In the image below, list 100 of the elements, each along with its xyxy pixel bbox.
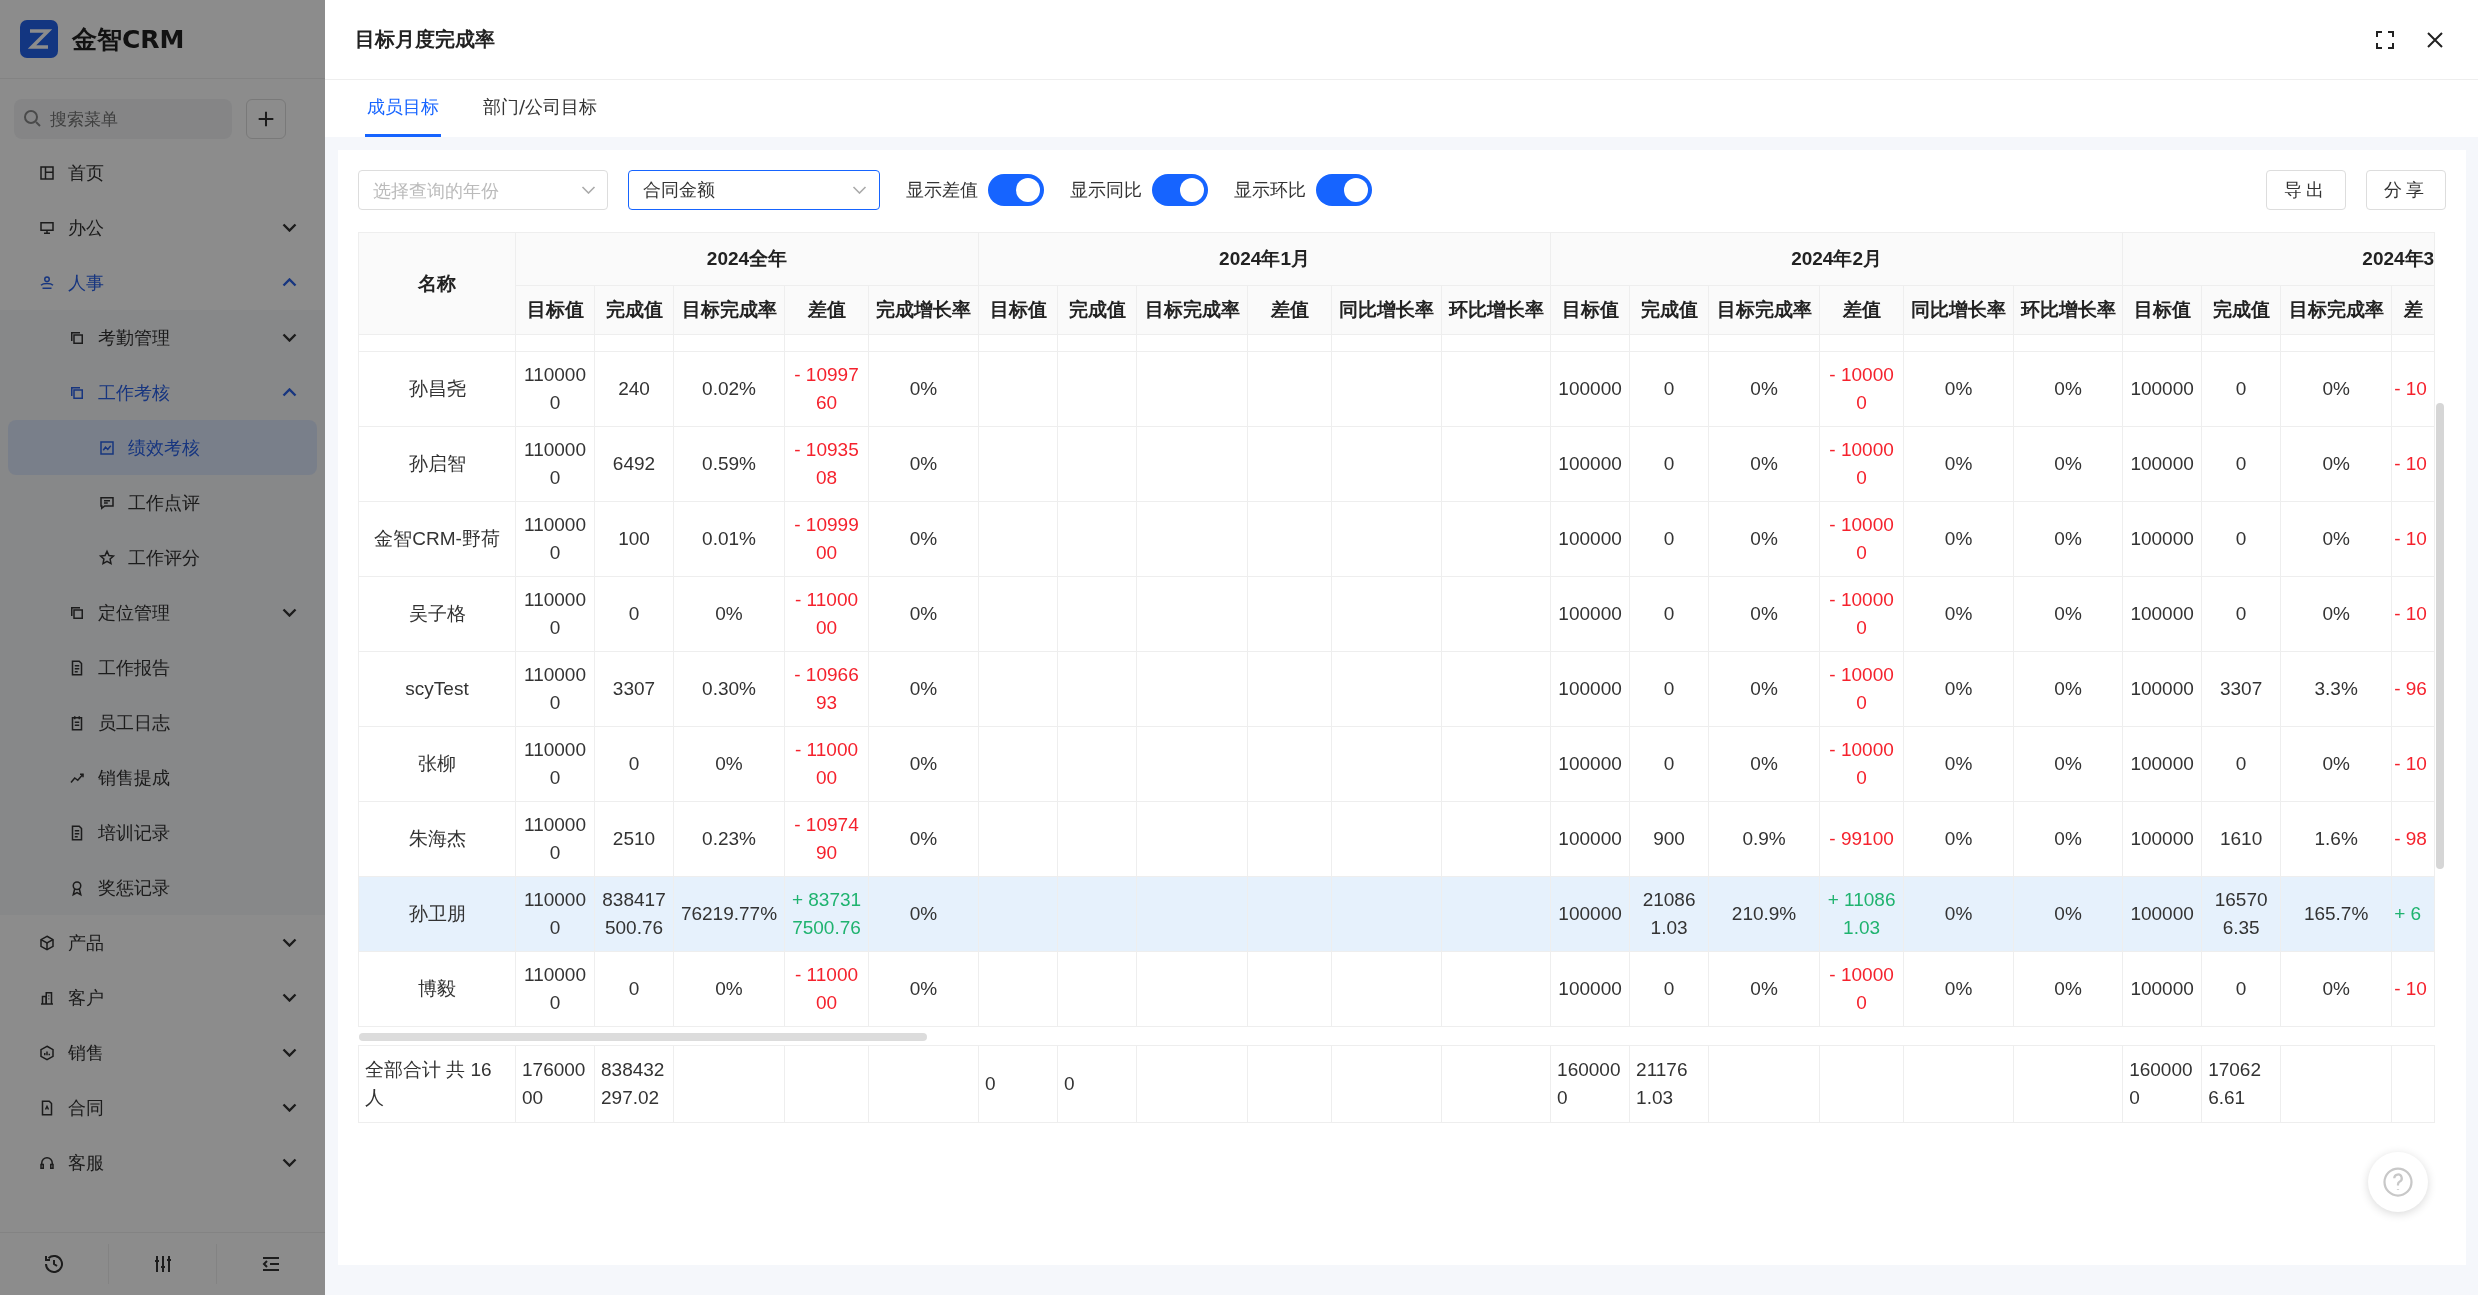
difference-cell: - 10	[2391, 351, 2435, 427]
column-group-header: 2024年1月	[978, 232, 1551, 286]
table-cell: 0%	[673, 951, 785, 1027]
table-cell: 0%	[2013, 351, 2123, 427]
table-row[interactable]: 孙启智 1100000 6492 0.59% - 1093508 0% 100000 0 0% - 100000 0% 0% 100000 0 0% - 10	[358, 426, 2435, 502]
table-row[interactable]: 张柳 1100000 0 0% - 1100000 0% 100000 0 0% - 100000 0% 0% 100000 0 0% - 10	[358, 726, 2435, 802]
total-cell: 1600000	[1550, 1045, 1630, 1123]
table-cell: 0	[2201, 726, 2281, 802]
table-cell: 0%	[868, 576, 979, 652]
table-cell: 0%	[1903, 426, 2014, 502]
table-cell: 100000	[2122, 726, 2202, 802]
table-cell: 0	[2201, 426, 2281, 502]
table-cell: 0%	[1708, 351, 1820, 427]
difference-cell: - 1093508	[784, 426, 869, 502]
column-header: 环比增长率	[2013, 285, 2123, 335]
difference-cell: - 10	[2391, 951, 2435, 1027]
table-cell: 0%	[1903, 801, 2014, 877]
table-cell: 1100000	[515, 801, 595, 877]
column-header: 差	[2391, 285, 2435, 335]
column-header: 差值	[1247, 285, 1332, 335]
menu-item[interactable]: 绩效考核	[8, 420, 317, 475]
table-cell: 0	[2201, 951, 2281, 1027]
table-cell: 3307	[594, 651, 674, 727]
toggle-switch[interactable]	[1152, 174, 1208, 206]
action-button[interactable]: 分享	[2366, 170, 2446, 210]
action-button[interactable]: 导出	[2266, 170, 2346, 210]
table-cell: 0	[1629, 576, 1709, 652]
horizontal-scrollbar[interactable]	[358, 1033, 927, 1041]
table-cell: 0%	[868, 726, 979, 802]
layout-icon	[38, 163, 56, 182]
column-header: 完成值	[1629, 285, 1709, 335]
table-cell: 1100000	[515, 651, 595, 727]
difference-cell: - 1100000	[784, 576, 869, 652]
table-row[interactable]: 吴子格 1100000 0 0% - 1100000 0% 100000 0 0% - 100000 0% 0% 100000 0 0% - 10	[358, 576, 2435, 652]
difference-cell: + 837317500.76	[784, 876, 869, 952]
table-cell: 0	[1629, 426, 1709, 502]
menu-item[interactable]: 客服	[8, 1135, 317, 1190]
menu-item[interactable]: 产品	[8, 915, 317, 970]
table-row[interactable]: scyTest 1100000 3307 0.30% - 1096693 0% 100000 0 0% - 100000 0% 0% 100000 3307 3.3% - 96	[358, 651, 2435, 727]
table-cell: 3307	[2201, 651, 2281, 727]
table-cell: 0%	[868, 501, 979, 577]
table-cell: 0%	[673, 726, 785, 802]
column-header: 目标完成率	[2280, 285, 2392, 335]
table-cell: 1610	[2201, 801, 2281, 877]
menu-item[interactable]: 人事	[8, 255, 317, 310]
table-row[interactable]: 孙昌尧 1100000 240 0.02% - 1099760 0% 100000 0 0% - 100000 0% 0% 100000 0 0% - 10	[358, 351, 2435, 427]
column-group-header: 2024年3	[2122, 232, 2435, 286]
table-cell: 1100000	[515, 351, 595, 427]
toggle-label: 显示差值	[906, 178, 978, 202]
name-cell: 孙卫朋	[358, 876, 516, 952]
menu-item[interactable]: 客户	[8, 970, 317, 1025]
table-cell: 100000	[1550, 576, 1630, 652]
table-cell: 100000	[2122, 801, 2202, 877]
menu-item[interactable]: 销售	[8, 1025, 317, 1080]
table-row[interactable]: 朱海杰 1100000 2510 0.23% - 1097490 0% 100000 900 0.9% - 99100 0% 0% 100000 1610 1.6% - 98	[358, 801, 2435, 877]
search-field[interactable]: 搜索菜单	[14, 99, 232, 139]
toggle-switch[interactable]	[988, 174, 1044, 206]
difference-cell: - 96	[2391, 651, 2435, 727]
total-cell: 0	[978, 1045, 1058, 1123]
tab[interactable]: 部门/公司目标	[481, 80, 600, 137]
menu-item[interactable]: 合同	[8, 1080, 317, 1135]
table-row[interactable]: 金智CRM-野荷 1100000 100 0.01% - 1099900 0% 100000 0 0% - 100000 0% 0% 100000 0 0% - 10	[358, 501, 2435, 577]
total-cell: 211761.03	[1629, 1045, 1709, 1123]
table-row[interactable]: 博毅 1100000 0 0% - 1100000 0% 100000 0 0% - 100000 0% 0% 100000 0 0% - 10	[358, 951, 2435, 1027]
table-cell: 0%	[1903, 576, 2014, 652]
column-header: 目标完成率	[673, 285, 785, 335]
toggle-switch[interactable]	[1316, 174, 1372, 206]
table-cell: 0%	[2280, 351, 2392, 427]
table-cell: 0%	[2280, 726, 2392, 802]
name-cell: 孙昌尧	[358, 351, 516, 427]
table-cell: 0.30%	[673, 651, 785, 727]
table-cell: 0%	[1708, 651, 1820, 727]
table-cell: 0%	[868, 351, 979, 427]
metric-select[interactable]: 合同金额	[628, 170, 880, 210]
difference-cell: - 1097490	[784, 801, 869, 877]
add-button[interactable]	[246, 99, 286, 139]
table-cell: 0%	[2280, 501, 2392, 577]
column-header: 差值	[1819, 285, 1904, 335]
menu-item[interactable]: 办公	[8, 200, 317, 255]
table-cell: 100000	[1550, 801, 1630, 877]
difference-cell: - 1100000	[784, 726, 869, 802]
year-select[interactable]: 选择查询的年份	[358, 170, 608, 210]
vertical-scrollbar[interactable]	[2436, 403, 2444, 869]
total-cell: 170626.61	[2201, 1045, 2281, 1123]
menu-item[interactable]: 首页	[8, 145, 317, 200]
column-header: 目标值	[978, 285, 1058, 335]
name-cell: 孙启智	[358, 426, 516, 502]
table-cell: 0	[1629, 351, 1709, 427]
difference-cell: - 1099900	[784, 501, 869, 577]
table-cell: 100000	[2122, 576, 2202, 652]
difference-cell: - 100000	[1819, 576, 1904, 652]
name-cell: 朱海杰	[358, 801, 516, 877]
table-cell: 0	[594, 726, 674, 802]
table-cell: 0	[594, 576, 674, 652]
column-header: 完成值	[2201, 285, 2281, 335]
table-cell: 0.02%	[673, 351, 785, 427]
table-cell: 0%	[1903, 501, 2014, 577]
difference-cell: - 100000	[1819, 651, 1904, 727]
table-cell: 0%	[868, 801, 979, 877]
column-header: 目标值	[515, 285, 595, 335]
